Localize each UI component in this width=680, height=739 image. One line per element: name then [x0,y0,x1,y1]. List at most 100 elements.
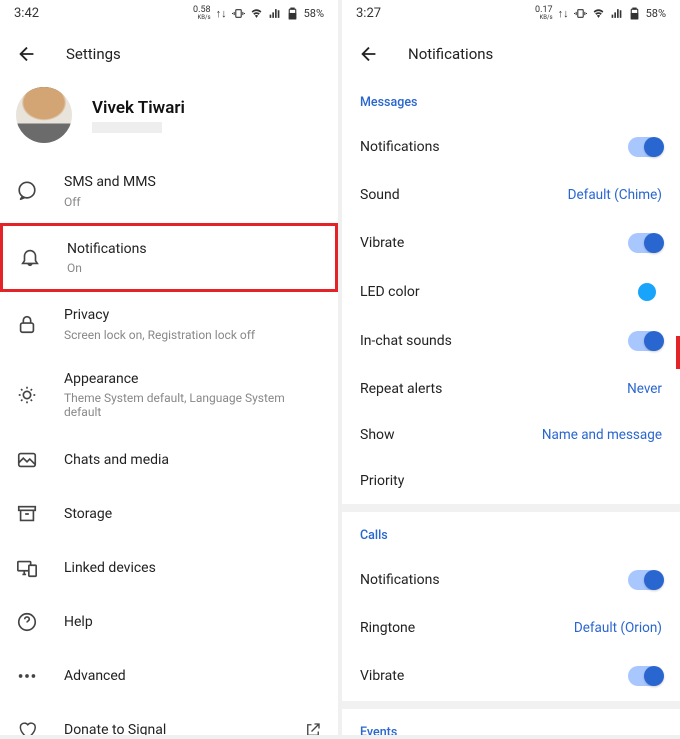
notif-item-repeat[interactable]: Repeat alerts Never [342,366,680,412]
settings-label: Appearance [64,370,322,390]
notif-label: Repeat alerts [360,381,442,397]
settings-label: Linked devices [64,559,322,579]
notif-item-inchat[interactable]: In-chat sounds [342,316,680,366]
settings-label: SMS and MMS [64,173,322,193]
notif-item-sound[interactable]: Sound Default (Chime) [342,172,680,218]
notif-label: LED color [360,284,420,300]
settings-item-notifications[interactable]: Notifications On [0,223,338,293]
notif-item-messages-notifications[interactable]: Notifications [342,122,680,172]
led-color-preview [638,283,656,301]
settings-item-storage[interactable]: Storage [0,487,338,541]
help-icon [16,611,38,633]
notif-item-vibrate[interactable]: Vibrate [342,218,680,268]
divider [342,701,680,709]
battery-percent: 58% [304,7,324,20]
status-right: 0.58 KB/s ↑↓ 58% [193,6,324,21]
right-screen: 3:27 0.17 KB/s ↑↓ 58% Notifications Mess… [342,0,680,735]
toggle-inchat[interactable] [628,331,662,351]
status-time: 3:27 [356,6,381,21]
status-bar: 3:42 0.58 KB/s ↑↓ 58% [0,0,338,25]
settings-item-appearance[interactable]: Appearance Theme System default, Languag… [0,356,338,434]
battery-percent: 58% [646,7,666,20]
settings-sub: Theme System default, Language System de… [64,391,322,419]
divider [342,504,680,512]
avatar [16,87,72,143]
notif-item-ringtone[interactable]: Ringtone Default (Orion) [342,605,680,651]
page-title: Notifications [408,45,493,63]
settings-item-privacy[interactable]: Privacy Screen lock on, Registration loc… [0,292,338,356]
notif-value: Default (Chime) [568,187,662,203]
devices-icon [16,557,38,579]
speed-icon: 0.17 KB/s [535,6,553,21]
profile-section[interactable]: Vivek Tiwari [0,79,338,159]
notif-item-led[interactable]: LED color [342,268,680,316]
notif-label: Notifications [360,572,440,588]
left-screen: 3:42 0.58 KB/s ↑↓ 58% Settings Vivek Tiw… [0,0,338,735]
notif-item-calls-vibrate[interactable]: Vibrate [342,651,680,701]
settings-label: Privacy [64,306,322,326]
settings-label: Storage [64,505,322,525]
back-icon[interactable] [358,43,380,65]
header: Settings [0,25,338,79]
settings-label: Notifications [67,240,319,260]
notif-label: Vibrate [360,668,404,684]
settings-item-linked[interactable]: Linked devices [0,541,338,595]
settings-label: Help [64,613,322,633]
vibrate-icon [232,7,245,20]
notif-item-show[interactable]: Show Name and message [342,412,680,458]
settings-sub: Screen lock on, Registration lock off [64,328,322,342]
notif-label: Notifications [360,139,440,155]
section-calls: Calls [342,512,680,555]
toggle-calls-vibrate[interactable] [628,666,662,686]
heart-icon [16,719,38,735]
arrows-icon: ↑↓ [558,7,569,20]
wifi-icon [592,7,605,20]
notif-item-calls-notifications[interactable]: Notifications [342,555,680,605]
settings-item-help[interactable]: Help [0,595,338,649]
settings-label: Donate to Signal [64,721,278,735]
highlight-marker [676,336,680,369]
settings-item-donate[interactable]: Donate to Signal [0,703,338,735]
speed-icon: 0.58 KB/s [193,6,211,21]
settings-label: Advanced [64,667,322,687]
settings-label: Chats and media [64,451,322,471]
dots-icon [16,665,38,687]
page-title: Settings [66,45,121,63]
status-time: 3:42 [14,6,39,21]
toggle-calls-notifications[interactable] [628,570,662,590]
archive-icon [16,503,38,525]
signal-icon [610,7,623,20]
lock-icon [16,313,38,335]
status-right: 0.17 KB/s ↑↓ 58% [535,6,666,21]
settings-sub: On [67,261,319,275]
notif-label: Vibrate [360,235,404,251]
notif-label: Priority [360,473,404,489]
image-icon [16,449,38,471]
settings-item-chats[interactable]: Chats and media [0,433,338,487]
speech-bubble-icon [16,180,38,202]
battery-icon [286,7,299,20]
battery-icon [628,7,641,20]
status-bar: 3:27 0.17 KB/s ↑↓ 58% [342,0,680,25]
notif-item-priority[interactable]: Priority [342,458,680,504]
sun-icon [16,384,38,406]
wifi-icon [250,7,263,20]
notif-label: In-chat sounds [360,333,452,349]
toggle-messages-notifications[interactable] [628,137,662,157]
header: Notifications [342,25,680,79]
toggle-vibrate[interactable] [628,233,662,253]
notif-label: Ringtone [360,620,415,636]
profile-name: Vivek Tiwari [92,98,185,118]
bell-icon [19,246,41,268]
external-link-icon [304,721,322,735]
settings-item-sms[interactable]: SMS and MMS Off [0,159,338,223]
notif-label: Show [360,427,395,443]
back-icon[interactable] [16,43,38,65]
signal-icon [268,7,281,20]
notif-value: Never [627,381,662,397]
settings-item-advanced[interactable]: Advanced [0,649,338,703]
notif-label: Sound [360,187,400,203]
section-events: Events [342,709,680,735]
vibrate-icon [574,7,587,20]
profile-phone-blurred [92,122,162,133]
